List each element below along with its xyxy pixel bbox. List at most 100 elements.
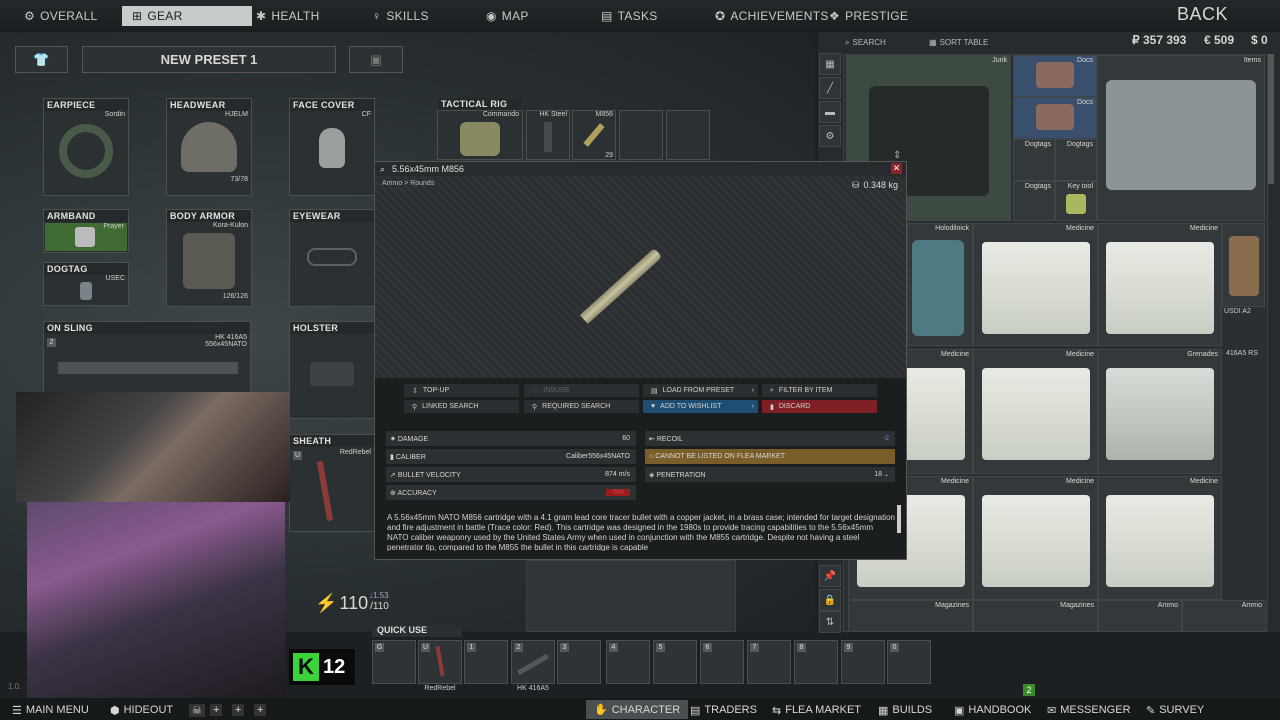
slot-tactical-rig[interactable]: Commando: [437, 110, 523, 160]
survey-button[interactable]: ✎ SURVEY: [1146, 702, 1204, 718]
description-scrollbar[interactable]: [897, 505, 901, 533]
stash-item-ammo[interactable]: Ammo: [1182, 600, 1266, 632]
stash-item-dogtags[interactable]: Dogtags: [1013, 181, 1055, 221]
stash-item-medicine[interactable]: Medicine: [1098, 223, 1222, 346]
stash-item-medicine[interactable]: Medicine: [973, 223, 1098, 346]
back-button[interactable]: BACK: [1177, 4, 1228, 25]
stash-item-docs[interactable]: Docs: [1013, 97, 1097, 139]
docs-case-icon: [1036, 62, 1074, 88]
tab-overall[interactable]: ⚙ OVERALL: [24, 5, 98, 27]
filter-mods-icon[interactable]: ⚙: [819, 125, 841, 147]
quick-slot-add[interactable]: +: [254, 702, 267, 718]
lock-icon[interactable]: 🔒: [819, 589, 841, 611]
tab-prestige[interactable]: ❖ PRESTIGE: [829, 5, 908, 27]
handbook-icon: ▣: [954, 704, 965, 717]
stash-item-holodilnick[interactable]: Holodilnick: [907, 223, 973, 346]
quickslot-7[interactable]: 7: [747, 640, 791, 684]
insure-button[interactable]: ♡ INSURE: [524, 384, 639, 397]
flea-icon: ⇆: [772, 704, 782, 717]
stash-item-ammo[interactable]: Ammo: [1098, 600, 1182, 632]
slot-eyewear[interactable]: EYEWEAR: [289, 209, 375, 307]
tab-health[interactable]: ✱ HEALTH: [256, 5, 320, 27]
add-to-wishlist-button[interactable]: ♥ ADD TO WISHLIST ›: [643, 400, 758, 413]
stat-flea-restriction: ⌂ CANNOT BE LISTED ON FLEA MARKET: [645, 449, 895, 464]
stash-item-key-tool[interactable]: Key tool: [1055, 181, 1097, 221]
quickslot-u[interactable]: U: [418, 640, 462, 684]
rig-cell-empty[interactable]: [619, 110, 663, 160]
stash-item-magazines[interactable]: Magazines: [973, 600, 1098, 632]
tab-tasks[interactable]: ▤ TASKS: [601, 5, 658, 27]
quickslot-5[interactable]: 5: [653, 640, 697, 684]
stash-item-usdi-bag[interactable]: [1222, 223, 1265, 307]
quick-slot-skull[interactable]: ☠: [189, 702, 205, 718]
quickslot-2[interactable]: 2: [511, 640, 555, 684]
rig-cell-empty[interactable]: [666, 110, 710, 160]
stash-item-medicine[interactable]: Medicine: [973, 476, 1098, 600]
traders-button[interactable]: ▤ TRADERS: [690, 702, 757, 718]
required-search-button[interactable]: ⚲ REQUIRED SEARCH: [524, 400, 639, 413]
character-button[interactable]: ✋ CHARACTER: [586, 700, 689, 719]
slot-dogtag[interactable]: DOGTAG USEC: [43, 262, 129, 306]
backpack-grid[interactable]: [526, 560, 736, 632]
slot-on-sling[interactable]: ON SLING 2 HK 416A5 556x45NATO: [43, 321, 251, 393]
linked-search-button[interactable]: ⚲ LINKED SEARCH: [404, 400, 519, 413]
presets-button[interactable]: 👕: [15, 46, 68, 73]
stash-item-dogtags[interactable]: Dogtags: [1013, 139, 1055, 181]
preset-name-field[interactable]: NEW PRESET 1: [82, 46, 336, 73]
stash-item-docs[interactable]: Docs: [1013, 55, 1097, 97]
quickslot-8[interactable]: 8: [794, 640, 838, 684]
quickslot-0[interactable]: 0: [887, 640, 931, 684]
tab-gear[interactable]: ⊞ GEAR: [122, 6, 252, 26]
handbook-button[interactable]: ▣ HANDBOOK: [954, 702, 1031, 718]
stash-item-items-case[interactable]: Items: [1097, 55, 1265, 221]
save-preset-button[interactable]: ▣: [349, 46, 403, 73]
quickslot-g[interactable]: G: [372, 640, 416, 684]
armband-icon: [75, 227, 95, 247]
slot-earpiece[interactable]: EARPIECE Sordin: [43, 98, 129, 196]
discard-button[interactable]: ▮ DISCARD: [762, 400, 877, 413]
load-from-preset-button[interactable]: ▤ LOAD FROM PRESET ›: [643, 384, 758, 397]
rig-cell-m856[interactable]: M856 29: [572, 110, 616, 160]
slot-face-cover[interactable]: FACE COVER CF: [289, 98, 375, 196]
quick-slot-add[interactable]: +: [232, 702, 245, 718]
slot-headwear[interactable]: HEADWEAR HJELM 73/78: [166, 98, 252, 196]
stash-scrollbar[interactable]: [1268, 54, 1274, 184]
quick-slot-add[interactable]: +: [210, 702, 223, 718]
messenger-button[interactable]: ✉ MESSENGER: [1047, 702, 1131, 718]
stash-item-magazines[interactable]: Magazines: [848, 600, 973, 632]
quickslot-3[interactable]: 3: [557, 640, 601, 684]
resize-arrows-icon[interactable]: ⇕: [893, 150, 901, 161]
close-icon[interactable]: ✕: [891, 163, 902, 174]
builds-button[interactable]: ▦ BUILDS: [878, 702, 932, 718]
stash-item-grenades[interactable]: Grenades: [1098, 349, 1222, 474]
sort-icon[interactable]: ⇅: [819, 611, 841, 633]
window-titlebar[interactable]: ⌕ 5.56x45mm M856 ✕: [375, 162, 906, 176]
quickslot-4[interactable]: 4: [606, 640, 650, 684]
quickslot-6[interactable]: 6: [700, 640, 744, 684]
filter-gear-icon[interactable]: ▬: [819, 101, 841, 123]
slot-sheath[interactable]: SHEATH U RedRebel: [289, 434, 375, 532]
energy-rate: ↓1.53: [369, 591, 389, 600]
sort-table-button[interactable]: ▦ SORT TABLE: [929, 38, 988, 47]
tab-map[interactable]: ◉ MAP: [486, 5, 529, 27]
slot-body-armor[interactable]: BODY ARMOR Kora-Kulon 126/126: [166, 209, 252, 307]
main-menu-button[interactable]: ☰ MAIN MENU: [12, 702, 89, 718]
filter-by-item-button[interactable]: ⌕ FILTER BY ITEM: [762, 384, 877, 397]
slot-armband[interactable]: ARMBAND Prayer: [43, 209, 129, 253]
pin-icon[interactable]: 📌: [819, 565, 841, 587]
stash-search[interactable]: ⌕ SEARCH: [845, 38, 886, 48]
rig-cell-hk-steel[interactable]: HK Steel: [526, 110, 570, 160]
stash-item-dogtags[interactable]: Dogtags: [1055, 139, 1097, 181]
quickslot-9[interactable]: 9: [841, 640, 885, 684]
quickslot-1[interactable]: 1: [464, 640, 508, 684]
filter-all-icon[interactable]: ▦: [819, 53, 841, 75]
topup-button[interactable]: ⇩ TOP-UP: [404, 384, 519, 397]
stash-item-medicine[interactable]: Medicine: [973, 349, 1098, 474]
stash-item-medicine[interactable]: Medicine: [1098, 476, 1222, 600]
filter-weapons-icon[interactable]: ╱: [819, 77, 841, 99]
slot-holster[interactable]: HOLSTER: [289, 321, 375, 419]
flea-market-button[interactable]: ⇆ FLEA MARKET: [772, 702, 861, 718]
tab-skills[interactable]: ♀ SKILLS: [372, 5, 429, 27]
tab-achievements[interactable]: ✪ ACHIEVEMENTS: [715, 5, 829, 27]
hideout-button[interactable]: ⬢ HIDEOUT: [110, 702, 173, 718]
